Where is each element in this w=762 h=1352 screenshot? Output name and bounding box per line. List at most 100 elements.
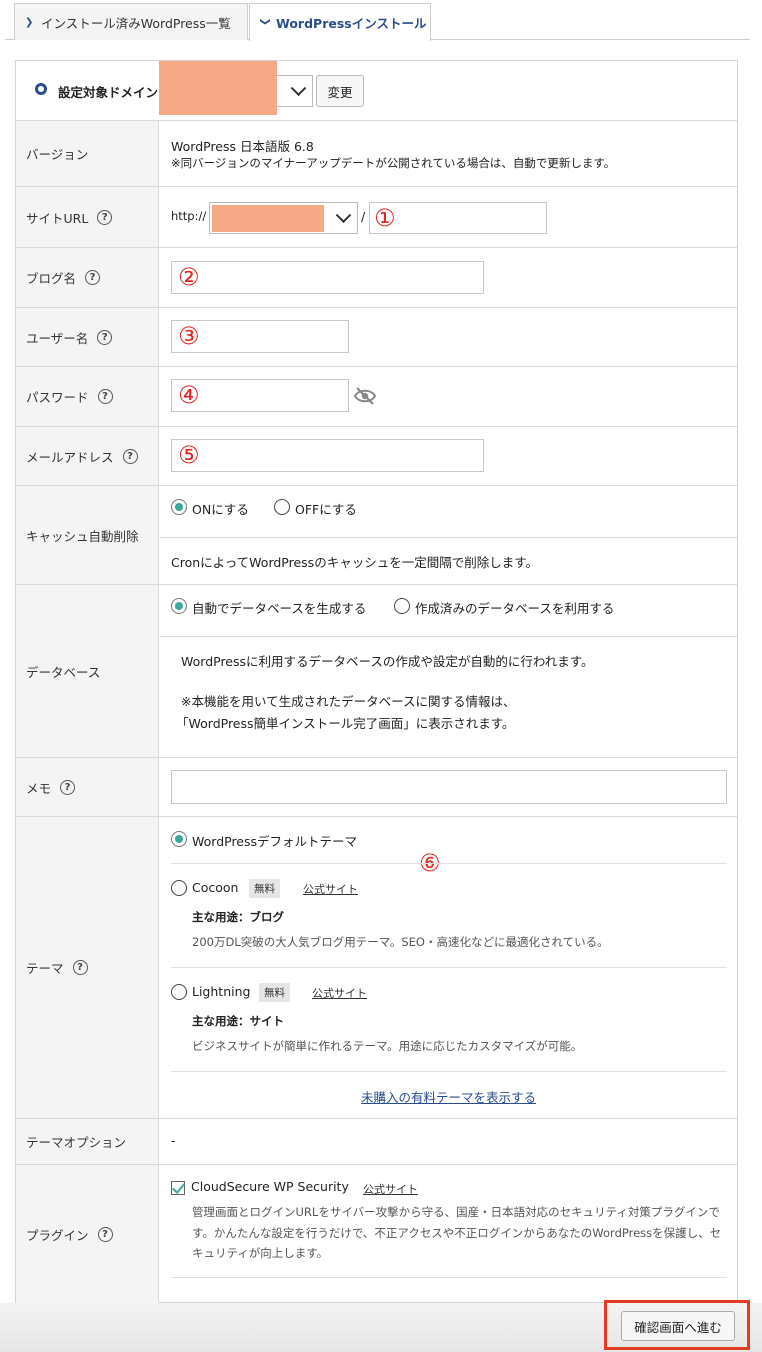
theme-label-cell: テーマ ?	[16, 817, 159, 1118]
cache-on-label[interactable]: ONにする	[192, 499, 249, 518]
db-existing-radio[interactable]	[394, 598, 410, 614]
tab-installed-list[interactable]: ❯ インストール済みWordPress一覧	[14, 3, 248, 40]
domain-row: 設定対象ドメイン 変更	[16, 61, 737, 120]
url-domain-select[interactable]	[209, 202, 358, 234]
plugin-description-1: 管理画面とログインURLをサイバー攻撃から守る、国産・日本語対応のセキュリティ対…	[192, 1205, 720, 1219]
database-label: データベース	[16, 585, 159, 757]
lightning-official-site-link[interactable]: 公式サイト	[312, 985, 367, 1001]
theme-lightning-name[interactable]: Lightning	[192, 984, 250, 999]
theme-cocoon-radio[interactable]	[171, 880, 187, 896]
free-badge: 無料	[249, 879, 280, 898]
lightning-description: ビジネスサイトが簡単に作れるテーマ。用途に応じたカスタマイズが可能。	[192, 1039, 583, 1053]
tab-label: インストール済みWordPress一覧	[41, 15, 231, 31]
help-icon[interactable]: ?	[97, 329, 113, 345]
memo-row: メモ ?	[16, 757, 737, 816]
redacted-domain	[212, 205, 324, 232]
memo-label: メモ	[26, 780, 52, 796]
password-label-cell: パスワード ?	[16, 367, 159, 426]
username-label: ユーザー名	[26, 330, 89, 346]
marker-1: ①	[374, 204, 396, 232]
version-note: ※同バージョンのマイナーアップデートが公開されている場合は、自動で更新します。	[171, 156, 616, 170]
email-input[interactable]: ⑤	[171, 439, 484, 472]
cache-off-label[interactable]: OFFにする	[295, 499, 357, 518]
cache-row: キャッシュ自動削除 ONにする OFFにする CronによってWordPress…	[16, 485, 737, 584]
cache-on-radio[interactable]	[171, 499, 187, 515]
change-domain-button[interactable]: 変更	[316, 75, 364, 107]
cache-label: キャッシュ自動削除	[16, 486, 159, 584]
free-badge: 無料	[259, 983, 290, 1002]
cocoon-use: 主な用途：ブログ	[192, 910, 284, 924]
db-existing-label[interactable]: 作成済みのデータベースを利用する	[415, 598, 614, 617]
theme-default-radio[interactable]	[171, 831, 187, 847]
plugin-official-site-link[interactable]: 公式サイト	[363, 1181, 418, 1197]
domain-radio-icon	[35, 83, 47, 95]
domain-select[interactable]	[159, 61, 313, 115]
password-row: パスワード ? ④	[16, 366, 737, 426]
memo-input[interactable]	[171, 770, 727, 804]
db-description-1: WordPressに利用するデータベースの作成や設定が自動的に行われます。	[181, 654, 594, 669]
divider	[171, 1071, 727, 1072]
password-label: パスワード	[26, 390, 89, 405]
marker-3: ③	[178, 322, 200, 350]
plugin-label: プラグイン	[26, 1227, 89, 1243]
db-auto-label[interactable]: 自動でデータベースを生成する	[192, 598, 366, 617]
tab-bar: ❯ インストール済みWordPress一覧 ❯ WordPressインストール	[5, 0, 750, 41]
help-icon[interactable]: ?	[97, 389, 113, 404]
submit-highlight: 確認画面へ進む	[604, 1300, 750, 1350]
domain-dropdown[interactable]	[277, 75, 313, 107]
show-paid-themes-link[interactable]: 未購入の有料テーマを表示する	[361, 1087, 536, 1106]
theme-default-label[interactable]: WordPressデフォルトテーマ	[192, 831, 357, 850]
cocoon-description: 200万DL突破の大人気ブログ用テーマ。SEO・高速化などに最適化されている。	[192, 935, 609, 949]
db-auto-radio[interactable]	[171, 598, 187, 614]
theme-label: テーマ	[26, 961, 64, 976]
tab-wordpress-install[interactable]: ❯ WordPressインストール	[249, 3, 431, 41]
chevron-down-icon	[290, 80, 307, 97]
theme-option-value: -	[171, 1133, 176, 1148]
url-path-input[interactable]: ①	[369, 202, 547, 234]
help-icon[interactable]: ?	[122, 448, 138, 464]
username-input[interactable]: ③	[171, 320, 349, 353]
help-icon[interactable]: ?	[97, 209, 113, 225]
plugin-name[interactable]: CloudSecure WP Security	[191, 1179, 349, 1194]
redacted-domain	[159, 61, 277, 115]
plugin-label-cell: プラグイン ?	[16, 1165, 159, 1303]
cache-off-radio[interactable]	[274, 499, 290, 515]
cocoon-official-site-link[interactable]: 公式サイト	[303, 881, 358, 897]
site-url-label-cell: サイトURL ?	[16, 187, 159, 247]
blog-name-label-cell: ブログ名 ?	[16, 248, 159, 307]
version-value: WordPress 日本語版 6.8	[171, 139, 314, 154]
email-label: メールアドレス	[26, 449, 114, 465]
username-row: ユーザー名 ? ③	[16, 307, 737, 366]
url-scheme: http://	[171, 209, 207, 223]
install-form: 設定対象ドメイン 変更 バージョン WordPress 日本語版 6.8 ※同バ…	[15, 60, 738, 1303]
help-icon[interactable]: ?	[60, 779, 76, 795]
password-input[interactable]: ④	[171, 379, 349, 412]
blog-name-row: ブログ名 ? ②	[16, 247, 737, 307]
blog-name-input[interactable]: ②	[171, 261, 484, 294]
help-icon[interactable]: ?	[85, 270, 101, 285]
db-description-3: 「WordPress簡単インストール完了画面」に表示されます。	[176, 716, 515, 731]
divider	[171, 863, 727, 864]
eye-off-icon[interactable]	[353, 387, 377, 405]
help-icon[interactable]: ?	[97, 1226, 113, 1242]
site-url-label: サイトURL	[26, 210, 89, 226]
plugin-row: プラグイン ? CloudSecure WP Security 公式サイト 管理…	[16, 1164, 737, 1303]
theme-cocoon-name[interactable]: Cocoon	[192, 880, 238, 895]
version-row: バージョン WordPress 日本語版 6.8 ※同バージョンのマイナーアップ…	[16, 120, 737, 186]
plugin-checkbox[interactable]	[171, 1181, 185, 1195]
marker-5: ⑤	[178, 441, 200, 469]
theme-lightning-radio[interactable]	[171, 984, 187, 1000]
db-description-2: ※本機能を用いて生成されたデータベースに関する情報は、	[181, 694, 516, 709]
plugin-description-2: す。かんたんな設定を行うだけで、不正アクセスや不正ログインからあなたのWordP…	[192, 1226, 722, 1240]
marker-2: ②	[178, 263, 200, 291]
chevron-right-icon: ❯	[25, 16, 34, 28]
plugin-description-3: キュリティが向上します。	[192, 1246, 329, 1260]
tab-label: WordPressインストール	[276, 16, 427, 31]
proceed-to-confirm-button[interactable]: 確認画面へ進む	[621, 1311, 735, 1341]
divider	[160, 537, 737, 538]
theme-option-label: テーマオプション	[16, 1119, 159, 1164]
chevron-down-icon: ❯	[259, 17, 271, 26]
help-icon[interactable]: ?	[72, 960, 88, 975]
email-row: メールアドレス ? ⑤	[16, 426, 737, 485]
site-url-row: サイトURL ? http:// / ①	[16, 186, 737, 247]
